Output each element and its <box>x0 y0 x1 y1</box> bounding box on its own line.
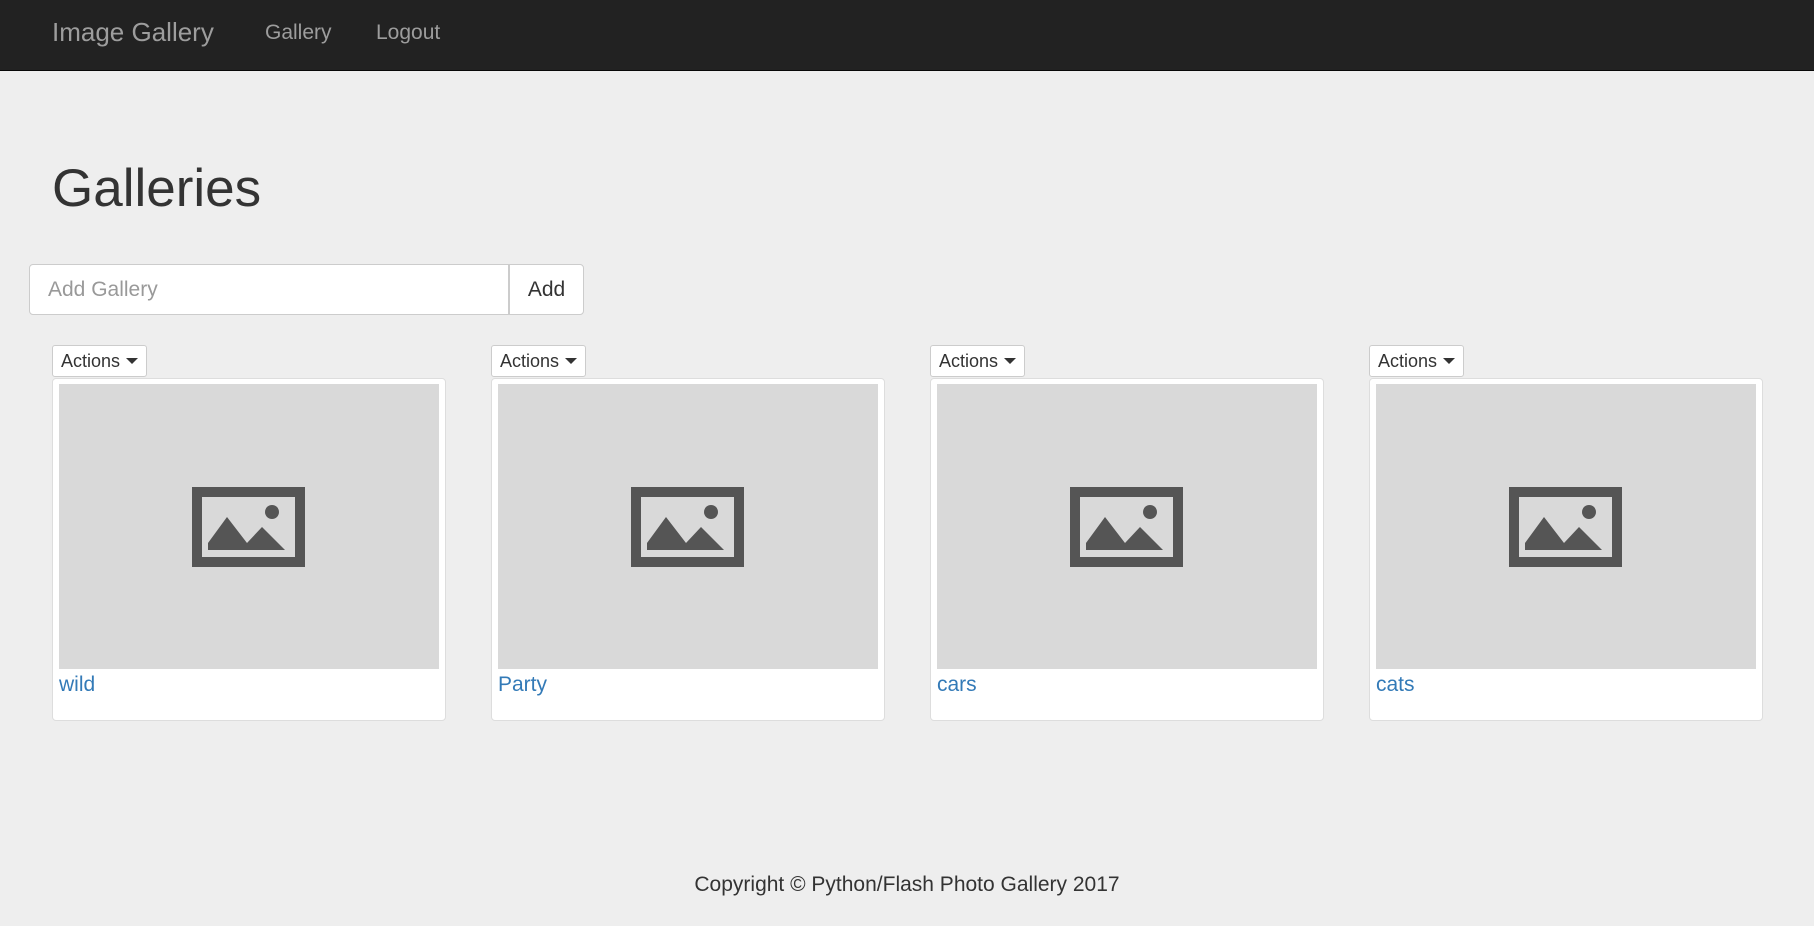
image-placeholder-icon <box>631 487 744 567</box>
nav-link-gallery[interactable]: Gallery <box>265 21 332 45</box>
gallery-name-link[interactable]: wild <box>59 673 95 697</box>
page-title: Galleries <box>52 159 262 218</box>
add-gallery-button[interactable]: Add <box>509 264 584 315</box>
actions-label: Actions <box>61 350 121 371</box>
brand-link[interactable]: Image Gallery <box>52 17 214 48</box>
gallery-cover-image[interactable] <box>498 384 878 669</box>
actions-label: Actions <box>1378 350 1438 371</box>
actions-dropdown-button[interactable]: Actions <box>930 345 1026 377</box>
caret-down-icon <box>126 358 139 364</box>
gallery-name-link[interactable]: Party <box>498 673 547 697</box>
gallery-thumbnail: wild <box>52 378 446 721</box>
gallery-cover-image[interactable] <box>937 384 1317 669</box>
footer-copyright: Copyright © Python/Flash Photo Gallery 2… <box>694 873 1120 896</box>
image-placeholder-icon <box>1070 487 1183 567</box>
gallery-cover-image[interactable] <box>59 384 439 669</box>
gallery-cover-image[interactable] <box>1376 384 1756 669</box>
nav-link-logout[interactable]: Logout <box>376 21 440 45</box>
caret-down-icon <box>1004 358 1017 364</box>
gallery-thumbnail: cats <box>1369 378 1763 721</box>
actions-label: Actions <box>500 350 560 371</box>
actions-dropdown-button[interactable]: Actions <box>491 345 587 377</box>
add-gallery-input[interactable] <box>29 264 509 315</box>
gallery-thumbnail: Party <box>491 378 885 721</box>
actions-label: Actions <box>939 350 999 371</box>
caret-down-icon <box>1443 358 1456 364</box>
image-placeholder-icon <box>192 487 305 567</box>
actions-dropdown-button[interactable]: Actions <box>52 345 148 377</box>
gallery-thumbnail: cars <box>930 378 1324 721</box>
image-placeholder-icon <box>1509 487 1622 567</box>
actions-dropdown-button[interactable]: Actions <box>1369 345 1465 377</box>
gallery-name-link[interactable]: cats <box>1376 673 1415 697</box>
top-navbar: Image Gallery Gallery Logout <box>0 0 1814 71</box>
gallery-name-link[interactable]: cars <box>937 673 977 697</box>
caret-down-icon <box>565 358 578 364</box>
